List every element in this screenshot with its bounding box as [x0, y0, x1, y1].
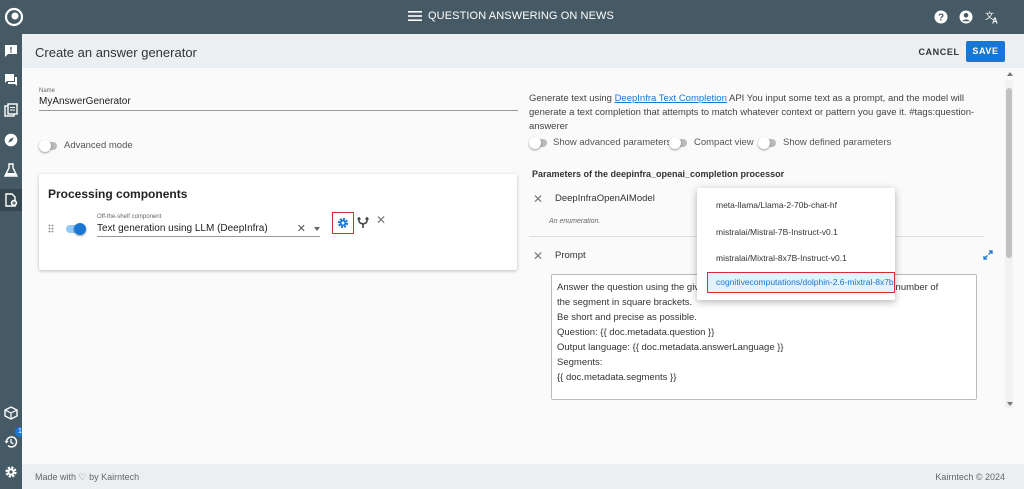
app-logo-icon[interactable] — [4, 7, 24, 27]
clear-component-icon[interactable]: ✕ — [297, 222, 306, 235]
footer-copyright: Kairntech © 2024 — [935, 472, 1005, 482]
svg-text:?: ? — [938, 13, 944, 24]
left-nav-rail — [0, 34, 22, 489]
deepinfra-docs-link[interactable]: DeepInfra Text Completion — [615, 93, 727, 104]
menu-icon[interactable] — [408, 10, 422, 22]
scrollbar-thumb[interactable] — [1006, 88, 1012, 258]
new-document-icon[interactable] — [4, 193, 18, 207]
settings-icon[interactable] — [4, 465, 18, 479]
component-select-value: Text generation using LLM (DeepInfra) — [97, 223, 268, 234]
dropdown-option[interactable]: mistralai/Mistral-7B-Instruct-v0.1 — [697, 219, 895, 245]
gear-icon — [337, 217, 349, 229]
model-param-label: DeepInfraOpenAIModel — [555, 193, 655, 204]
prompt-line: Segments: — [557, 357, 603, 368]
description-text-start: Generate text using — [529, 93, 615, 104]
chat-icon[interactable] — [4, 73, 18, 87]
save-button[interactable]: SAVE — [966, 41, 1005, 62]
prompt-line: Be short and precise as possible. — [557, 312, 697, 323]
feedback-icon[interactable] — [4, 44, 18, 58]
prompt-line: Output language: {{ doc.metadata.answerL… — [557, 342, 784, 353]
component-select[interactable]: Text generation using LLM (DeepInfra) ✕ — [97, 221, 320, 237]
advanced-mode-toggle[interactable] — [39, 140, 57, 152]
name-input[interactable]: MyAnswerGenerator — [39, 96, 518, 111]
main-content: Name MyAnswerGenerator Advanced mode Pro… — [22, 68, 1024, 464]
top-app-bar: QUESTION ANSWERING ON NEWS ? 文 A — [0, 0, 1024, 34]
account-icon[interactable] — [959, 10, 973, 24]
scroll-down-arrow[interactable] — [1007, 402, 1013, 406]
model-param-description: An enumeration. — [549, 218, 601, 225]
compact-view-label: Compact view — [694, 137, 754, 148]
chevron-down-icon[interactable] — [314, 227, 320, 231]
show-advanced-params-toggle[interactable] — [529, 137, 547, 149]
processor-description: Generate text using DeepInfra Text Compl… — [529, 92, 984, 134]
prompt-param-label: Prompt — [555, 250, 586, 261]
fork-icon[interactable] — [357, 217, 369, 229]
svg-text:A: A — [992, 17, 998, 25]
processing-components-card: Processing components Off-the-shelf comp… — [39, 174, 517, 270]
model-dropdown-menu: meta-llama/Llama-2-70b-chat-hf mistralai… — [697, 188, 895, 300]
history-icon[interactable] — [4, 435, 18, 449]
drag-handle-icon[interactable] — [48, 224, 54, 233]
prompt-line-1-start: Answer the question using the given — [557, 282, 710, 293]
remove-component-icon[interactable]: ✕ — [376, 213, 386, 227]
prompt-line: {{ doc.metadata.segments }} — [557, 372, 677, 383]
help-icon[interactable]: ? — [934, 10, 948, 24]
page-title: Create an answer generator — [35, 45, 197, 60]
cube-icon[interactable] — [4, 406, 18, 420]
cancel-button[interactable]: CANCEL — [918, 42, 960, 62]
scroll-up-arrow[interactable] — [1007, 72, 1013, 76]
right-panel-scrollbar[interactable] — [1005, 80, 1013, 408]
dropdown-option[interactable]: meta-llama/Llama-2-70b-chat-hf — [697, 192, 895, 218]
remove-prompt-param-icon[interactable]: ✕ — [533, 249, 543, 263]
remove-model-param-icon[interactable]: ✕ — [533, 192, 543, 206]
expand-icon[interactable] — [983, 250, 993, 260]
component-field-label: Off-the-shelf component — [97, 214, 162, 220]
show-defined-params-label: Show defined parameters — [783, 137, 892, 148]
documents-icon[interactable] — [4, 103, 18, 117]
name-field-label: Name — [39, 88, 56, 94]
show-defined-params-toggle[interactable] — [758, 137, 776, 149]
explore-icon[interactable] — [4, 133, 18, 147]
component-settings-button[interactable] — [332, 212, 354, 234]
advanced-mode-label: Advanced mode — [64, 140, 133, 151]
compact-view-toggle[interactable] — [669, 137, 687, 149]
flask-icon[interactable] — [4, 163, 18, 177]
prompt-line: Question: {{ doc.metadata.question }} — [557, 327, 715, 338]
processing-components-title: Processing components — [48, 187, 188, 201]
show-advanced-params-label: Show advanced parameters — [553, 137, 672, 148]
translate-icon[interactable]: 文 A — [985, 10, 999, 24]
app-title-group: QUESTION ANSWERING ON NEWS — [408, 10, 614, 22]
dropdown-option[interactable]: mistralai/Mixtral-8x7B-Instruct-v0.1 — [697, 245, 895, 271]
footer: Made with ♡ by Kairntech Kairntech © 202… — [22, 464, 1024, 489]
component-enabled-toggle[interactable] — [66, 223, 86, 235]
app-title: QUESTION ANSWERING ON NEWS — [428, 10, 614, 22]
footer-credit: Made with ♡ by Kairntech — [35, 472, 140, 482]
params-section-title: Parameters of the deepinfra_openai_compl… — [532, 169, 785, 179]
page-header: Create an answer generator CANCEL SAVE — [22, 34, 1024, 68]
dropdown-option-selected[interactable]: cognitivecomputations/dolphin-2.6-mixtra… — [707, 272, 895, 293]
